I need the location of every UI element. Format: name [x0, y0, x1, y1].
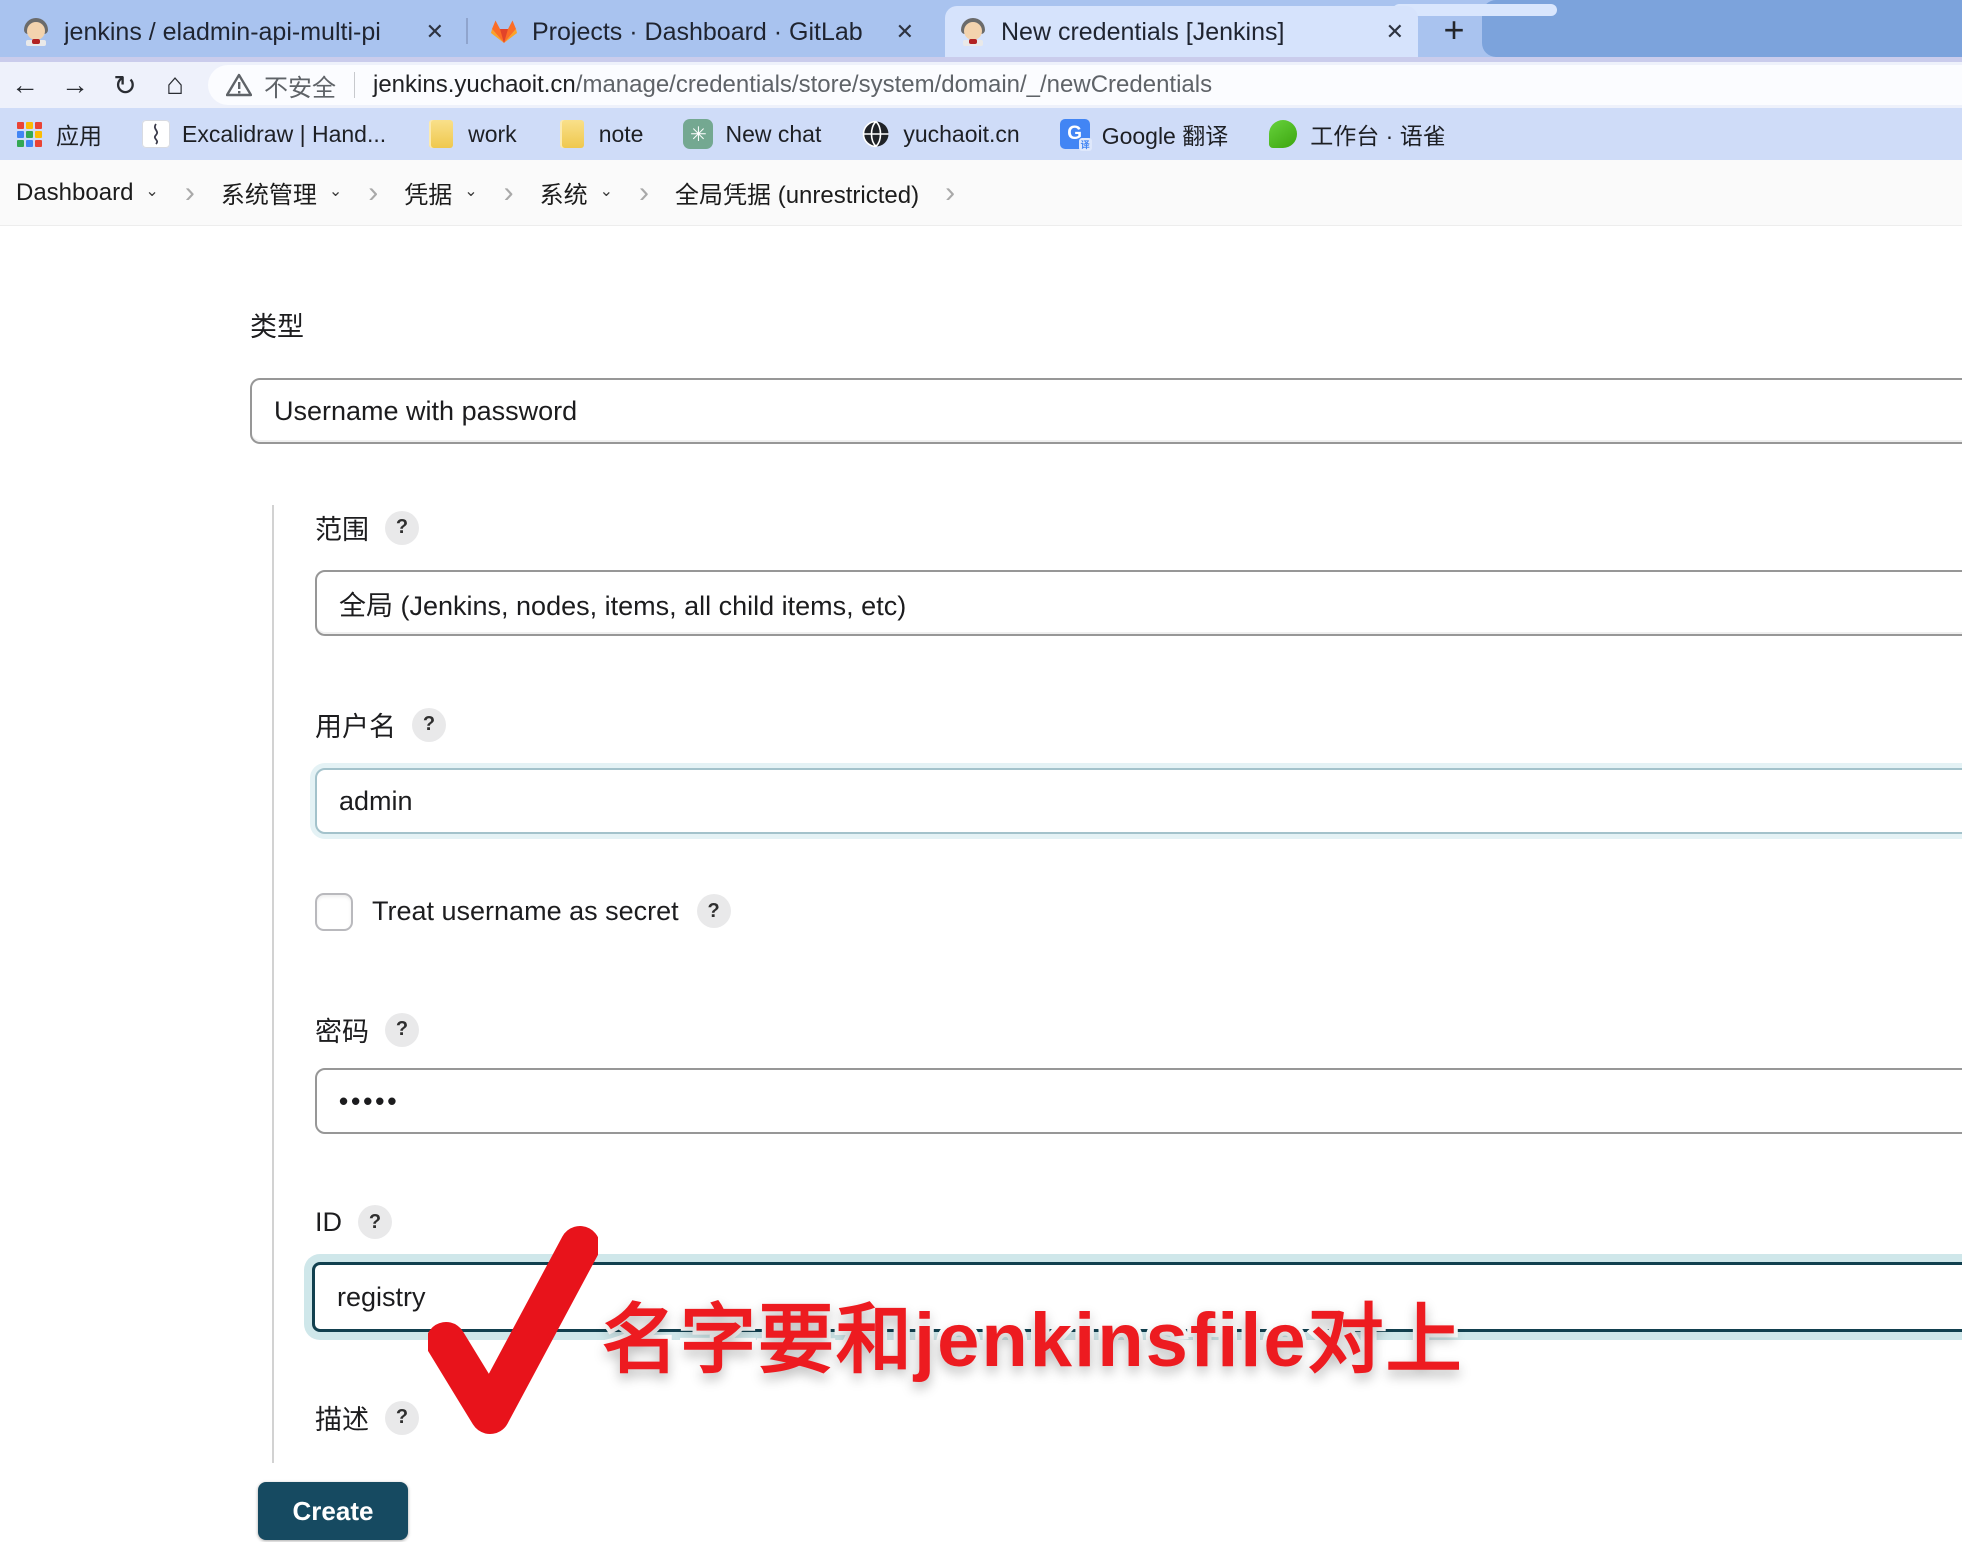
yuque-icon: [1268, 119, 1298, 149]
bookmark-label: 应用: [56, 117, 102, 151]
new-tab-button[interactable]: +: [1428, 6, 1480, 54]
address-bar[interactable]: 不安全 jenkins.yuchaoit.cn/manage/credentia…: [208, 65, 1962, 105]
bookmark-excalidraw[interactable]: Excalidraw | Hand...: [142, 120, 386, 148]
bookmark-label: note: [599, 121, 644, 148]
username-input[interactable]: admin: [315, 768, 1962, 834]
browser-tab-jenkins-job[interactable]: jenkins / eladmin-api-multi-pi ✕: [8, 6, 458, 58]
help-icon[interactable]: ?: [385, 1401, 419, 1435]
id-input[interactable]: registry: [312, 1262, 1962, 1332]
bookmark-label: yuchaoit.cn: [903, 121, 1019, 148]
bookmark-new-chat[interactable]: ✳ New chat: [683, 119, 821, 149]
password-input[interactable]: •••••: [315, 1068, 1962, 1134]
bookmark-label: 工作台 · 语雀: [1310, 117, 1445, 151]
apps-grid-icon: [14, 119, 44, 149]
browser-tab-gitlab[interactable]: Projects · Dashboard · GitLab ✕: [476, 6, 928, 58]
breadcrumb-separator-icon: ›: [185, 176, 195, 210]
create-button[interactable]: Create: [258, 1482, 408, 1540]
chevron-down-icon[interactable]: ⌄: [464, 181, 477, 201]
not-secure-warning-icon: [226, 73, 252, 97]
url-text[interactable]: jenkins.yuchaoit.cn/manage/credentials/s…: [373, 71, 1212, 99]
help-icon[interactable]: ?: [385, 511, 419, 545]
bookmark-yuque[interactable]: 工作台 · 语雀: [1268, 117, 1445, 151]
home-button[interactable]: ⌂: [150, 65, 200, 105]
help-icon[interactable]: ?: [385, 1013, 419, 1047]
close-icon[interactable]: ✕: [1386, 19, 1404, 45]
url-separator: [354, 72, 355, 98]
browser-tab-new-credentials[interactable]: New credentials [Jenkins] ✕: [945, 6, 1418, 58]
bookmark-label: New chat: [725, 121, 821, 148]
bookmark-google-translate[interactable]: G译 Google 翻译: [1060, 117, 1229, 151]
tab-title: Projects · Dashboard · GitLab: [532, 18, 882, 47]
url-domain: jenkins.yuchaoit.cn: [373, 71, 576, 98]
help-icon[interactable]: ?: [358, 1205, 392, 1239]
reload-button[interactable]: ↻: [100, 65, 150, 105]
bookmark-yuchaoit[interactable]: yuchaoit.cn: [861, 119, 1019, 149]
jenkins-favicon: [22, 18, 50, 46]
treat-username-secret-checkbox[interactable]: [315, 893, 353, 931]
breadcrumb-system-manage[interactable]: 系统管理⌄: [221, 175, 342, 210]
bookmark-label: work: [468, 121, 517, 148]
security-status-label[interactable]: 不安全: [264, 68, 336, 103]
google-translate-icon: G译: [1060, 119, 1090, 149]
breadcrumb-system[interactable]: 系统⌄: [540, 175, 613, 210]
treat-username-secret-label: Treat username as secret ?: [372, 894, 731, 928]
help-icon[interactable]: ?: [697, 894, 731, 928]
breadcrumb-dashboard[interactable]: Dashboard⌄: [16, 179, 159, 207]
gitlab-favicon: [490, 18, 518, 46]
url-path: /manage/credentials/store/system/domain/…: [576, 71, 1212, 98]
breadcrumb-separator-icon: ›: [945, 176, 955, 210]
close-icon[interactable]: ✕: [896, 19, 914, 45]
breadcrumb-global-credentials[interactable]: 全局凭据 (unrestricted): [675, 175, 919, 210]
browser-toolbar: ← → ↻ ⌂ 不安全 jenkins.yuchaoit.cn/manage/c…: [0, 62, 1962, 108]
username-label: 用户名 ?: [315, 705, 446, 744]
type-label: 类型: [250, 305, 304, 344]
chatgpt-icon: ✳: [683, 119, 713, 149]
back-button[interactable]: ←: [0, 65, 50, 105]
password-label: 密码 ?: [315, 1010, 419, 1049]
breadcrumb-separator-icon: ›: [368, 176, 378, 210]
browser-window: jenkins / eladmin-api-multi-pi ✕ Project…: [0, 0, 1962, 1542]
password-dots: •••••: [339, 1086, 400, 1117]
chevron-down-icon[interactable]: ⌄: [600, 181, 613, 201]
globe-icon: [861, 119, 891, 149]
breadcrumb-separator-icon: ›: [504, 176, 514, 210]
tab-title: jenkins / eladmin-api-multi-pi: [64, 18, 412, 47]
description-label: 描述 ?: [315, 1398, 419, 1437]
forward-button[interactable]: →: [50, 65, 100, 105]
bookmarks-bar: 应用 Excalidraw | Hand... work note ✳ New …: [0, 108, 1962, 160]
username-value: admin: [339, 786, 413, 817]
folder-icon: [426, 119, 456, 149]
type-select[interactable]: Username with password: [250, 378, 1962, 444]
id-label: ID ?: [315, 1205, 392, 1239]
jenkins-favicon: [959, 18, 987, 46]
tab-divider: [466, 18, 468, 44]
id-value: registry: [337, 1282, 426, 1313]
chevron-down-icon[interactable]: ⌄: [145, 181, 158, 201]
breadcrumb-separator-icon: ›: [639, 176, 649, 210]
close-icon[interactable]: ✕: [426, 19, 444, 45]
form-indent-line: [272, 505, 274, 1463]
scope-select-value: 全局 (Jenkins, nodes, items, all child ite…: [339, 584, 906, 623]
breadcrumb-credentials[interactable]: 凭据⌄: [404, 175, 477, 210]
breadcrumb: Dashboard⌄ › 系统管理⌄ › 凭据⌄ › 系统⌄ › 全局凭据 (u…: [0, 160, 1962, 226]
excalidraw-icon: [142, 120, 170, 148]
bookmark-work[interactable]: work: [426, 119, 517, 149]
help-icon[interactable]: ?: [412, 708, 446, 742]
bookmark-label: Google 翻译: [1102, 117, 1229, 151]
type-select-value: Username with password: [274, 396, 577, 427]
scope-select[interactable]: 全局 (Jenkins, nodes, items, all child ite…: [315, 570, 1962, 636]
bookmark-note[interactable]: note: [557, 119, 644, 149]
chevron-down-icon[interactable]: ⌄: [329, 181, 342, 201]
new-credentials-form: 类型 Username with password 范围 ? 全局 (Jenki…: [0, 226, 1962, 1542]
tab-title: New credentials [Jenkins]: [1001, 18, 1372, 47]
bookmark-apps[interactable]: 应用: [14, 117, 102, 151]
folder-icon: [557, 119, 587, 149]
tab-strip: jenkins / eladmin-api-multi-pi ✕ Project…: [0, 0, 1962, 58]
scope-label: 范围 ?: [315, 508, 419, 547]
bookmark-label: Excalidraw | Hand...: [182, 121, 386, 148]
